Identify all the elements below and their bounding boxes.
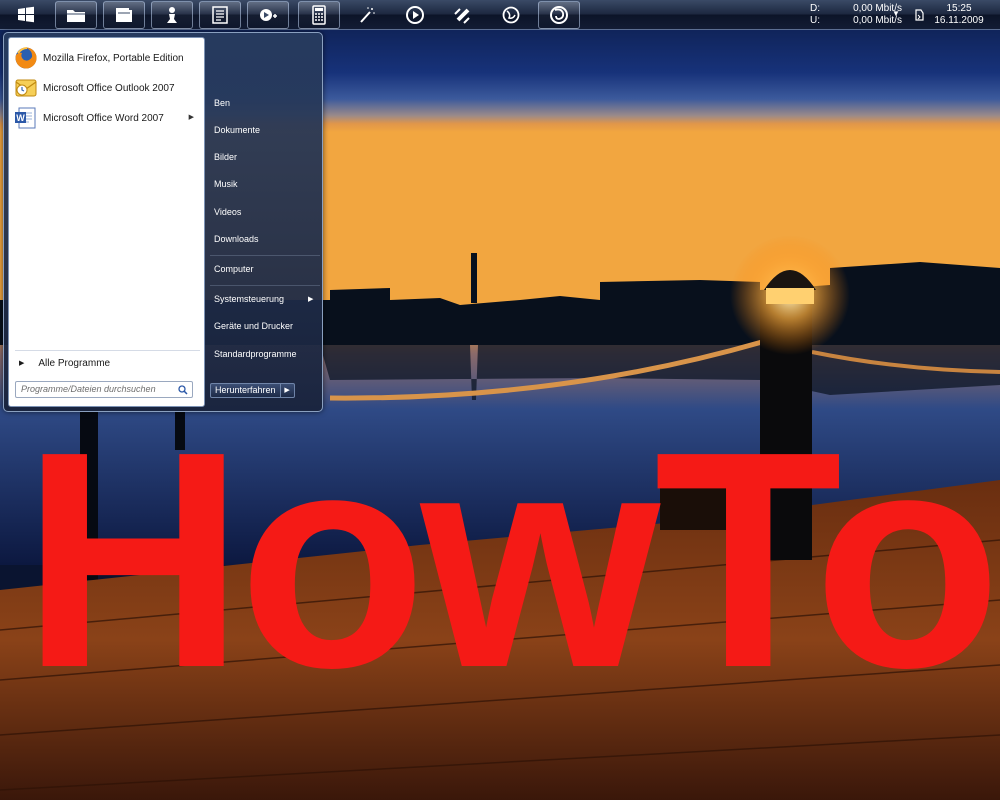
expand-arrow-icon: ▶: [19, 360, 25, 367]
start-link-documents[interactable]: Dokumente: [214, 125, 260, 135]
upload-label: U:: [810, 15, 820, 26]
divider: [15, 350, 200, 351]
start-link-default-programs[interactable]: Standardprogramme: [214, 349, 297, 359]
start-link-devices-printers[interactable]: Geräte und Drucker: [214, 321, 293, 331]
magic-wand-button[interactable]: [346, 1, 388, 29]
system-clock[interactable]: 15:25 16.11.2009: [930, 3, 988, 27]
all-programs-button[interactable]: ▶ Alle Programme: [15, 354, 200, 372]
program-item-label: Microsoft Office Outlook 2007: [43, 82, 175, 94]
windows-logo-icon: [18, 6, 34, 23]
satellite-button[interactable]: [442, 1, 484, 29]
magic-wand-icon: [360, 7, 375, 23]
start-link-downloads[interactable]: Downloads: [214, 234, 259, 244]
start-link-user[interactable]: Ben: [214, 98, 230, 108]
play-circle-icon: [406, 6, 424, 24]
program-item-label: Mozilla Firefox, Portable Edition: [43, 52, 184, 64]
start-link-label: Systemsteuerung: [214, 294, 285, 304]
network-dropdown-icon[interactable]: ▼: [892, 9, 900, 18]
start-link-label: Bilder: [214, 152, 238, 162]
explorer-folder-button[interactable]: [55, 1, 97, 29]
start-link-videos[interactable]: Videos: [214, 207, 241, 217]
svg-text:W: W: [16, 113, 25, 123]
start-link-label: Musik: [214, 179, 238, 189]
howto-overlay-text: HowTo: [22, 388, 1000, 732]
program-item-outlook[interactable]: Microsoft Office Outlook 2007: [11, 74, 202, 102]
word-icon: W: [14, 106, 38, 130]
start-link-label: Computer: [214, 264, 254, 274]
outlook-icon: [14, 76, 38, 100]
start-link-control-panel[interactable]: Systemsteuerung ▶: [214, 294, 313, 304]
word-document-button[interactable]: [199, 1, 241, 29]
submenu-arrow-icon: ▶: [188, 114, 194, 121]
start-link-label: Videos: [214, 207, 242, 217]
program-item-firefox[interactable]: Mozilla Firefox, Portable Edition: [11, 44, 202, 72]
media-player-icon: [260, 9, 277, 21]
calculator-button[interactable]: [298, 1, 340, 29]
user-chess-button[interactable]: [151, 1, 193, 29]
sync-tray-icon[interactable]: [913, 8, 925, 22]
word-document-icon: [212, 6, 228, 24]
download-label: D:: [810, 3, 820, 14]
start-menu: Mozilla Firefox, Portable Edition Micros…: [3, 32, 323, 412]
start-link-label: Standardprogramme: [214, 349, 297, 359]
media-player-button[interactable]: [247, 1, 289, 29]
all-programs-label: Alle Programme: [38, 357, 111, 369]
firefox-icon: [550, 6, 568, 24]
globe-button[interactable]: [490, 1, 532, 29]
clock-time: 15:25: [946, 3, 972, 14]
calculator-icon: [312, 5, 326, 25]
divider: [210, 255, 320, 256]
firefox-icon: [14, 46, 38, 70]
satellite-icon: [454, 8, 470, 24]
submenu-arrow-icon: ▶: [308, 296, 314, 303]
play-circle-button[interactable]: [394, 1, 436, 29]
start-link-label: Ben: [214, 98, 231, 108]
start-link-label: Dokumente: [214, 125, 261, 135]
explorer-folder-icon: [67, 10, 85, 22]
start-link-music[interactable]: Musik: [214, 179, 238, 189]
start-link-label: Geräte und Drucker: [214, 321, 294, 331]
divider: [210, 285, 320, 286]
clock-date: 16.11.2009: [934, 15, 984, 26]
globe-icon: [502, 6, 520, 24]
start-link-label: Downloads: [214, 234, 259, 244]
documents-folder-button[interactable]: [103, 1, 145, 29]
start-menu-programs-pane: Mozilla Firefox, Portable Edition Micros…: [8, 37, 205, 407]
firefox-button[interactable]: [538, 1, 580, 29]
documents-folder-icon: [116, 8, 132, 22]
start-orb-button[interactable]: [5, 1, 47, 29]
taskbar: D: 0,00 Mbit/s U: 0,00 Mbit/s ▼ 15:25 16…: [0, 0, 1000, 30]
user-chess-icon: [167, 7, 177, 23]
program-item-word[interactable]: W Microsoft Office Word 2007 ▶: [11, 104, 202, 132]
start-link-computer[interactable]: Computer: [214, 264, 254, 274]
program-item-label: Microsoft Office Word 2007: [43, 112, 164, 124]
start-link-pictures[interactable]: Bilder: [214, 152, 237, 162]
